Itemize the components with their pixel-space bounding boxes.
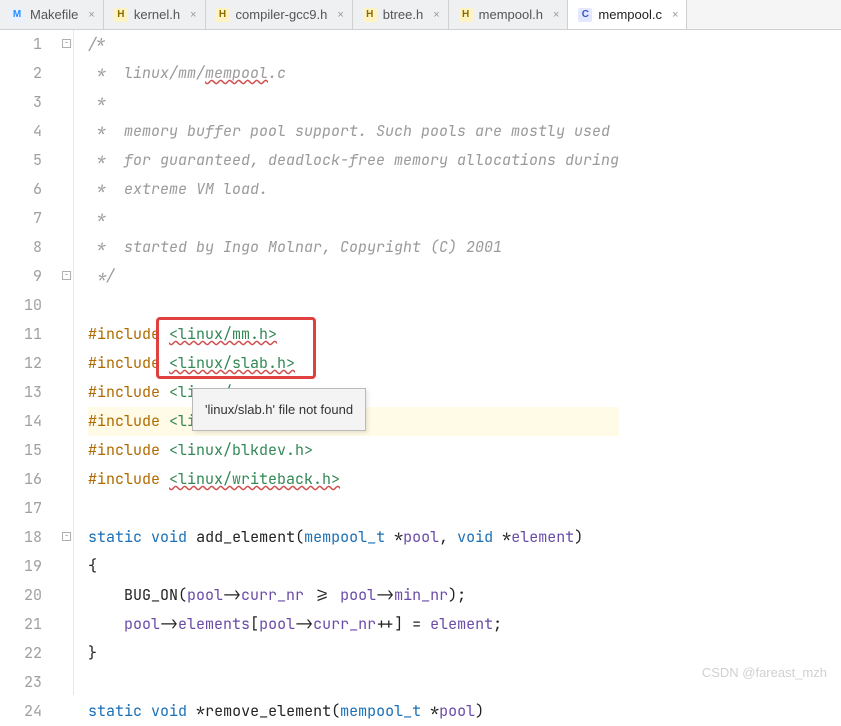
tab-label: compiler-gcc9.h <box>236 7 328 22</box>
tab-label: kernel.h <box>134 7 180 22</box>
line-number: 23 <box>0 668 42 697</box>
code-line[interactable]: * linux/mm/mempool.c <box>88 59 619 88</box>
file-type-icon: C <box>578 8 592 22</box>
code-line[interactable] <box>88 494 619 523</box>
line-number: 21 <box>0 610 42 639</box>
code-line[interactable]: static void add_element(mempool_t *pool,… <box>88 523 619 552</box>
tab-kernel-h[interactable]: Hkernel.h × <box>104 0 206 29</box>
close-icon[interactable]: × <box>88 9 94 21</box>
close-icon[interactable]: × <box>190 9 196 21</box>
code-line[interactable]: BUG_ON(pool->curr_nr >= pool->min_nr); <box>88 581 619 610</box>
code-line[interactable]: #include <linux/slab.h> <box>88 349 619 378</box>
fold-toggle-icon[interactable]: - <box>62 532 71 541</box>
code-line[interactable]: * memory buffer pool support. Such pools… <box>88 117 619 146</box>
code-line[interactable] <box>88 291 619 320</box>
code-line[interactable]: #include <linux/blkdev.h> <box>88 436 619 465</box>
line-number: 22 <box>0 639 42 668</box>
code-line[interactable]: static void *remove_element(mempool_t *p… <box>88 697 619 726</box>
line-number: 2 <box>0 59 42 88</box>
close-icon[interactable]: × <box>553 9 559 21</box>
line-number: 16 <box>0 465 42 494</box>
tab-compiler-gcc9-h[interactable]: Hcompiler-gcc9.h × <box>206 0 353 29</box>
tab-mempool-c[interactable]: Cmempool.c × <box>568 0 687 29</box>
tab-label: Makefile <box>30 7 78 22</box>
code-line[interactable]: #include <linux/writeback.h> <box>88 465 619 494</box>
tab-label: mempool.c <box>598 7 662 22</box>
code-line[interactable]: * for guaranteed, deadlock-free memory a… <box>88 146 619 175</box>
code-line[interactable]: pool->elements[pool->curr_nr++] = elemen… <box>88 610 619 639</box>
line-number: 10 <box>0 291 42 320</box>
line-number: 15 <box>0 436 42 465</box>
file-type-icon: H <box>114 8 128 22</box>
line-number: 4 <box>0 117 42 146</box>
line-number: 19 <box>0 552 42 581</box>
line-number: 6 <box>0 175 42 204</box>
close-icon[interactable]: × <box>672 9 678 21</box>
fold-toggle-icon[interactable]: - <box>62 39 71 48</box>
tooltip-text: 'linux/slab.h' file not found <box>205 402 353 417</box>
line-number: 13 <box>0 378 42 407</box>
code-content[interactable]: /* * linux/mm/mempool.c * * memory buffe… <box>74 30 619 695</box>
tab-Makefile[interactable]: M Makefile × <box>0 0 104 29</box>
close-icon[interactable]: × <box>337 9 343 21</box>
line-number: 24 <box>0 697 42 726</box>
line-number-gutter: 123456789101112131415161718192021222324 <box>0 30 60 695</box>
line-number: 7 <box>0 204 42 233</box>
editor-tabs: MMakefile×Hkernel.h×Hcompiler-gcc9.h×Hbt… <box>0 0 841 30</box>
fold-toggle-icon[interactable]: - <box>62 271 71 280</box>
tab-btree-h[interactable]: Hbtree.h × <box>353 0 449 29</box>
code-line[interactable]: #include <linux/mm.h> <box>88 320 619 349</box>
line-number: 11 <box>0 320 42 349</box>
line-number: 12 <box>0 349 42 378</box>
file-type-icon: M <box>10 8 24 22</box>
line-number: 17 <box>0 494 42 523</box>
file-type-icon: H <box>216 8 230 22</box>
watermark: CSDN @fareast_mzh <box>702 658 827 687</box>
code-line[interactable]: * extreme VM load. <box>88 175 619 204</box>
tab-mempool-h[interactable]: Hmempool.h × <box>449 0 569 29</box>
line-number: 14 <box>0 407 42 436</box>
editor-area[interactable]: 123456789101112131415161718192021222324 … <box>0 30 841 695</box>
code-line[interactable]: * <box>88 88 619 117</box>
tab-label: btree.h <box>383 7 423 22</box>
code-line[interactable] <box>88 668 619 697</box>
code-line[interactable]: /* <box>88 30 619 59</box>
code-line[interactable]: */ <box>88 262 619 291</box>
fold-column[interactable]: - - - <box>60 30 74 695</box>
line-number: 9 <box>0 262 42 291</box>
code-line[interactable]: * started by Ingo Molnar, Copyright (C) … <box>88 233 619 262</box>
line-number: 1 <box>0 30 42 59</box>
file-type-icon: H <box>459 8 473 22</box>
line-number: 3 <box>0 88 42 117</box>
line-number: 18 <box>0 523 42 552</box>
code-line[interactable]: * <box>88 204 619 233</box>
line-number: 20 <box>0 581 42 610</box>
error-tooltip: 'linux/slab.h' file not found <box>192 388 366 431</box>
tab-label: mempool.h <box>479 7 543 22</box>
file-type-icon: H <box>363 8 377 22</box>
code-line[interactable]: { <box>88 552 619 581</box>
line-number: 8 <box>0 233 42 262</box>
code-line[interactable]: } <box>88 639 619 668</box>
line-number: 5 <box>0 146 42 175</box>
close-icon[interactable]: × <box>433 9 439 21</box>
